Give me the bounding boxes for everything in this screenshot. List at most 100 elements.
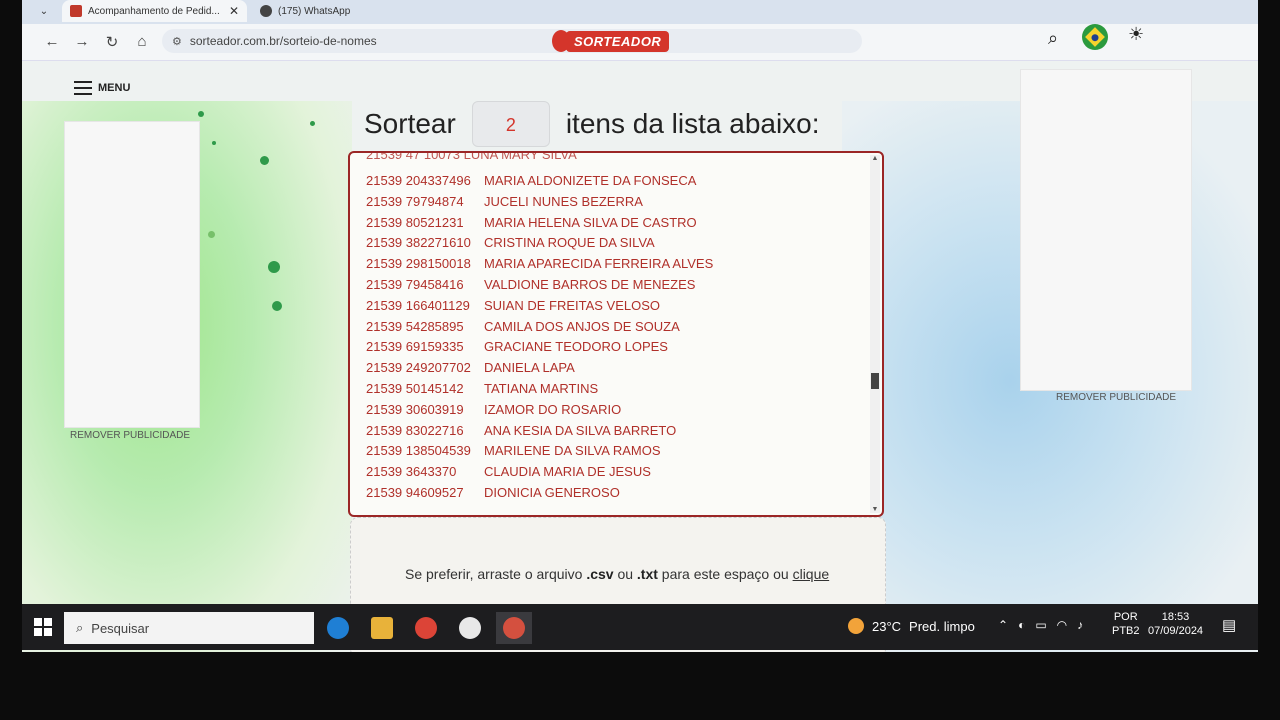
entry-number: 21539 249207702 xyxy=(366,360,471,376)
ad-slot-left[interactable] xyxy=(64,121,200,428)
list-item: 21539 79794874 JUCELI NUNES BEZERRA xyxy=(366,192,713,213)
entry-name: TATIANA MARTINS xyxy=(484,380,599,396)
entry-number: 21539 3643370 xyxy=(366,464,457,480)
keyboard-layout: PTB2 xyxy=(1112,625,1140,637)
quantity-input[interactable]: 2 xyxy=(471,101,550,147)
list-item: 21539 80521231 MARIA HELENA SILVA DE CAST… xyxy=(366,213,713,234)
draw-suffix: itens da lista abaixo: xyxy=(565,108,820,139)
close-tab-icon[interactable]: ✕ xyxy=(229,4,239,18)
tab-acompanhamento[interactable]: Acompanhamento de Pedid... ✕ xyxy=(62,0,247,22)
whatsapp-app-icon[interactable] xyxy=(452,612,488,644)
list-item: 21539 382271610 CRISTINA ROQUE DA SILVA xyxy=(366,233,713,254)
search-icon: ⌕ xyxy=(76,620,84,635)
list-item: 21539 79458416 VALDIONE BARROS DE MENEZES xyxy=(366,275,713,296)
entry-name: ANA KESIA DA SILVA BARRETO xyxy=(484,422,677,438)
battery-icon[interactable]: ▭ xyxy=(1035,618,1046,632)
list-item: 21539 30603919 IZAMOR DO ROSARIO xyxy=(366,400,713,421)
chrome-app-icon[interactable] xyxy=(408,612,444,644)
paint-splatter xyxy=(272,301,282,311)
paint-splatter xyxy=(260,156,269,165)
entry-number: 21539 94609527 xyxy=(366,484,464,500)
scroll-up-arrow-icon[interactable]: ▲ xyxy=(870,155,880,162)
draw-prompt: Sortear 2 itens da lista abaixo: xyxy=(364,101,820,147)
menu-label: MENU xyxy=(98,82,131,94)
tab-whatsapp[interactable]: (175) WhatsApp xyxy=(252,0,432,22)
weather-widget[interactable]: 23°C Pred. limpo xyxy=(848,618,975,634)
list-item: 21539 138504539 MARILENE DA SILVA RAMOS xyxy=(366,441,713,462)
entry-name: DIONICIA GENEROSO xyxy=(484,484,620,500)
taskbar-search[interactable]: ⌕ Pesquisar xyxy=(64,612,314,644)
lang-code: POR xyxy=(1113,611,1138,623)
csv-extension: .csv xyxy=(586,566,614,582)
remove-ad-link-right[interactable]: REMOVER PUBLICIDADE xyxy=(1056,392,1176,403)
entry-number: 21539 79794874 xyxy=(366,193,464,209)
entry-number: 21539 204337496 xyxy=(366,173,471,188)
ad-slot-right[interactable] xyxy=(1020,69,1192,391)
chevron-up-icon[interactable]: ⌃ xyxy=(998,618,1008,632)
wifi-icon[interactable]: ◠ xyxy=(1057,618,1067,632)
logo-text: SORTEADOR xyxy=(566,30,670,52)
paint-splatter xyxy=(310,121,315,126)
clock-time: 18:53 xyxy=(1161,611,1190,623)
tab-title: Acompanhamento de Pedid... xyxy=(88,5,220,17)
menu-button[interactable]: MENU xyxy=(74,81,130,95)
home-icon[interactable]: ⌂ xyxy=(132,33,152,50)
edge-app-icon[interactable] xyxy=(320,612,356,644)
tab-title: (175) WhatsApp xyxy=(278,5,351,17)
entry-number: 21539 382271610 xyxy=(366,235,471,251)
notifications-icon[interactable]: ▤ xyxy=(1222,616,1236,634)
remove-ad-link-left[interactable]: REMOVER PUBLICIDADE xyxy=(70,430,190,441)
entry-name: MARIA APARECIDA FERREIRA ALVES xyxy=(484,256,714,272)
clock-date: 07/09/2024 xyxy=(1148,625,1204,637)
tab-strip: ⌄ Acompanhamento de Pedid... ✕ (175) Wha… xyxy=(22,0,1258,24)
upload-click-link[interactable]: clique xyxy=(793,566,830,582)
brazil-flag-icon[interactable] xyxy=(1082,24,1108,50)
drop-text-part: para este espaço ou xyxy=(657,566,793,582)
scrollbar-thumb[interactable] xyxy=(871,373,879,389)
url-text: sorteador.com.br/sorteio-de-nomes xyxy=(189,34,377,48)
list-item: 21539 54285895 CAMILA DOS ANJOS DE SOUZA xyxy=(366,317,713,338)
entry-number: 21539 30603919 xyxy=(366,401,464,417)
language-indicator[interactable]: POR PTB2 xyxy=(1112,610,1140,638)
chrome-profile-app-icon[interactable] xyxy=(496,612,532,644)
taskbar-clock[interactable]: 18:53 07/09/2024 xyxy=(1148,610,1203,638)
whatsapp-favicon-icon xyxy=(260,5,272,17)
search-icon[interactable]: ⌕ xyxy=(1048,28,1058,49)
back-icon[interactable]: ← xyxy=(42,33,62,50)
list-item: 21539 50145142 TATIANA MARTINS xyxy=(366,379,713,400)
entry-number: 21539 50145142 xyxy=(366,380,464,396)
page-content: MENU REMOVER PUBLICIDADE REMOVER PUBLICI… xyxy=(22,61,1258,652)
entry-name: JUCELI NUNES BEZERRA xyxy=(484,193,643,209)
site-favicon-icon xyxy=(70,5,82,17)
windows-start-icon[interactable] xyxy=(34,618,52,636)
file-explorer-app-icon[interactable] xyxy=(364,612,400,644)
network-icon[interactable]: ◐ xyxy=(1018,618,1025,632)
weather-temp: 23°C xyxy=(872,618,902,634)
forward-icon[interactable]: → xyxy=(72,33,92,50)
draw-prefix: Sortear xyxy=(364,108,456,139)
site-logo[interactable]: SORTEADOR xyxy=(552,28,670,54)
drop-zone-text: Se preferir, arraste o arquivo .csv ou .… xyxy=(405,566,829,582)
entry-number: 21539 166401129 xyxy=(366,297,470,313)
entry-name: SUIAN DE FREITAS VELOSO xyxy=(484,297,661,313)
paint-splatter xyxy=(208,231,215,238)
names-textarea[interactable]: 21539 47 10073 LUNA MARY SILVA 21539 204… xyxy=(348,151,884,517)
list-item: 21539 69159335 GRACIANE TEODORO LOPES xyxy=(366,337,713,358)
scrollbar[interactable]: ▲ ▼ xyxy=(870,155,880,513)
tab-list-button[interactable]: ⌄ xyxy=(34,3,54,21)
scroll-down-arrow-icon[interactable]: ▼ xyxy=(870,506,880,513)
site-settings-icon[interactable]: ⚙ xyxy=(172,35,182,48)
weather-desc: Pred. limpo xyxy=(909,618,975,634)
entry-name: MARILENE DA SILVA RAMOS xyxy=(484,443,661,459)
system-tray: ⌃ ◐ ▭ ◠ ♪ xyxy=(998,618,1083,632)
list-item: 21539 94609527 DIONICIA GENEROSO xyxy=(366,483,713,504)
reload-icon[interactable]: ↻ xyxy=(102,33,122,51)
address-bar[interactable]: ⚙ sorteador.com.br/sorteio-de-nomes xyxy=(162,29,862,53)
list-item: 21539 166401129 SUIAN DE FREITAS VELOSO xyxy=(366,296,713,317)
hamburger-icon xyxy=(74,81,92,95)
paint-splatter xyxy=(198,111,204,117)
list-item: 21539 83022716 ANA KESIA DA SILVA BARRETO xyxy=(366,421,713,442)
entry-name: IZAMOR DO ROSARIO xyxy=(484,401,622,417)
theme-toggle-icon[interactable]: ☀ xyxy=(1128,24,1144,45)
volume-icon[interactable]: ♪ xyxy=(1077,618,1083,632)
